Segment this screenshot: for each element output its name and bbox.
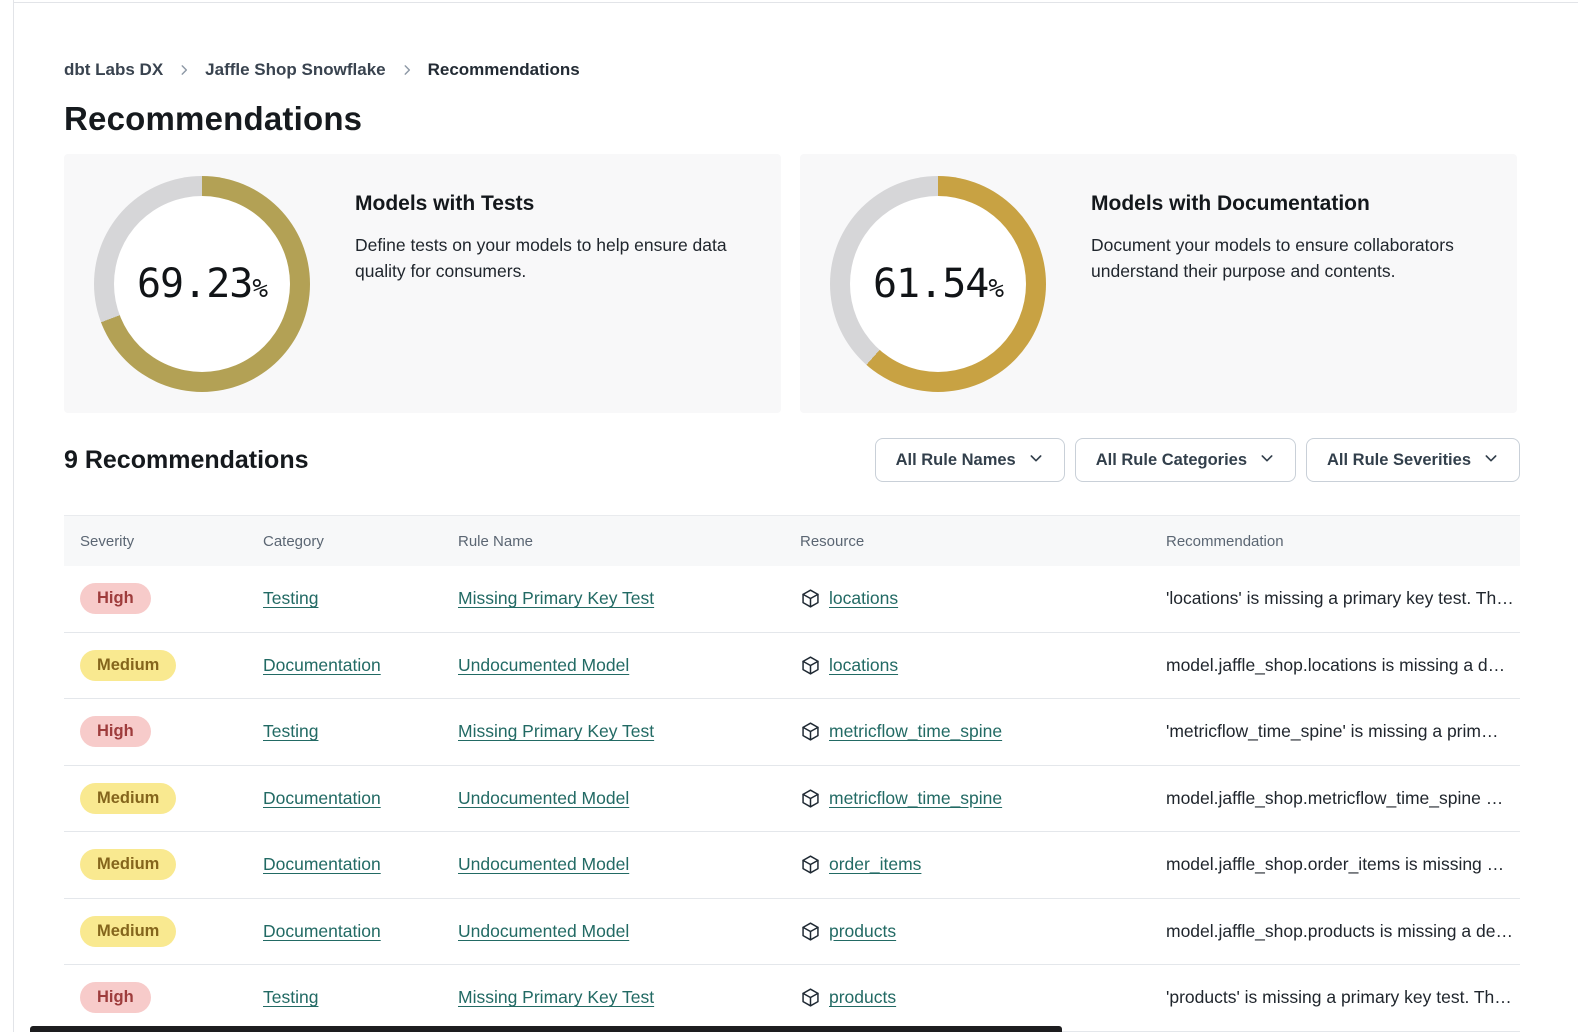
resource-link[interactable]: products	[829, 921, 896, 942]
metric-cards: 69.23% Models with Tests Define tests on…	[64, 154, 1520, 413]
resource-link[interactable]: locations	[829, 655, 898, 676]
rule-name-link[interactable]: Missing Primary Key Test	[458, 987, 654, 1007]
recommendations-table: Severity Category Rule Name Resource Rec…	[64, 515, 1520, 1032]
documentation-donut-chart: 61.54%	[830, 176, 1046, 392]
table-row: High Testing Missing Primary Key Test me…	[64, 699, 1520, 766]
category-link[interactable]: Documentation	[263, 788, 381, 808]
column-header-severity: Severity	[80, 533, 263, 550]
table-row: High Testing Missing Primary Key Test lo…	[64, 566, 1520, 633]
recommendations-count: 9 Recommendations	[64, 446, 309, 475]
chevron-right-icon	[400, 63, 414, 77]
table-body: High Testing Missing Primary Key Test lo…	[64, 566, 1520, 1032]
model-cube-icon	[800, 854, 821, 875]
rule-categories-filter-dropdown[interactable]: All Rule Categories	[1075, 438, 1296, 482]
model-cube-icon	[800, 921, 821, 942]
rule-name-link[interactable]: Undocumented Model	[458, 788, 629, 808]
severity-badge: High	[80, 982, 151, 1013]
models-with-documentation-card: 61.54% Models with Documentation Documen…	[800, 154, 1517, 413]
rule-names-filter-dropdown[interactable]: All Rule Names	[875, 438, 1065, 482]
table-row: Medium Documentation Undocumented Model …	[64, 899, 1520, 966]
recommendation-text: 'locations' is missing a primary key tes…	[1166, 588, 1520, 609]
table-header: Severity Category Rule Name Resource Rec…	[64, 516, 1520, 566]
chevron-down-icon	[1259, 450, 1275, 471]
category-link[interactable]: Testing	[263, 721, 318, 741]
rule-name-link[interactable]: Undocumented Model	[458, 921, 629, 941]
models-with-tests-card: 69.23% Models with Tests Define tests on…	[64, 154, 781, 413]
resource-link[interactable]: products	[829, 987, 896, 1008]
recommendation-text: model.jaffle_shop.locations is missing a…	[1166, 655, 1520, 676]
clipped-bottom-element	[30, 1026, 1062, 1032]
left-panel-divider	[13, 0, 14, 1032]
model-cube-icon	[800, 655, 821, 676]
resource-link[interactable]: order_items	[829, 854, 921, 875]
severity-badge: Medium	[80, 916, 176, 947]
documentation-percent-value: 61.54%	[873, 261, 1003, 307]
model-cube-icon	[800, 788, 821, 809]
list-header-row: 9 Recommendations All Rule Names All Rul…	[64, 438, 1520, 482]
recommendations-page: dbt Labs DX Jaffle Shop Snowflake Recomm…	[0, 0, 1578, 1032]
table-row: Medium Documentation Undocumented Model …	[64, 633, 1520, 700]
breadcrumb-current: Recommendations	[428, 60, 580, 80]
main-content: dbt Labs DX Jaffle Shop Snowflake Recomm…	[64, 0, 1520, 1032]
resource-link[interactable]: locations	[829, 588, 898, 609]
chevron-right-icon	[177, 63, 191, 77]
breadcrumb: dbt Labs DX Jaffle Shop Snowflake Recomm…	[64, 60, 1520, 80]
card-title: Models with Tests	[355, 192, 751, 216]
filters: All Rule Names All Rule Categories All R…	[875, 438, 1520, 482]
rule-name-link[interactable]: Undocumented Model	[458, 854, 629, 874]
model-cube-icon	[800, 987, 821, 1008]
breadcrumb-link-jaffle-shop-snowflake[interactable]: Jaffle Shop Snowflake	[205, 60, 385, 80]
card-description: Document your models to ensure collabora…	[1091, 232, 1487, 285]
recommendation-text: 'metricflow_time_spine' is missing a pri…	[1166, 721, 1520, 742]
tests-percent-value: 69.23%	[137, 261, 267, 307]
column-header-resource: Resource	[800, 533, 1166, 550]
card-description: Define tests on your models to help ensu…	[355, 232, 751, 285]
table-row: Medium Documentation Undocumented Model …	[64, 832, 1520, 899]
recommendation-text: model.jaffle_shop.metricflow_time_spine …	[1166, 788, 1520, 809]
rule-severities-filter-dropdown[interactable]: All Rule Severities	[1306, 438, 1520, 482]
recommendation-text: 'products' is missing a primary key test…	[1166, 987, 1520, 1008]
category-link[interactable]: Testing	[263, 588, 318, 608]
table-row: Medium Documentation Undocumented Model …	[64, 766, 1520, 833]
page-title: Recommendations	[64, 100, 1520, 138]
column-header-rule-name: Rule Name	[458, 533, 800, 550]
rule-name-link[interactable]: Undocumented Model	[458, 655, 629, 675]
category-link[interactable]: Documentation	[263, 655, 381, 675]
column-header-category: Category	[263, 533, 458, 550]
card-title: Models with Documentation	[1091, 192, 1487, 216]
severity-badge: High	[80, 716, 151, 747]
category-link[interactable]: Testing	[263, 987, 318, 1007]
breadcrumb-link-dbt-labs-dx[interactable]: dbt Labs DX	[64, 60, 163, 80]
model-cube-icon	[800, 721, 821, 742]
severity-badge: High	[80, 583, 151, 614]
rule-name-link[interactable]: Missing Primary Key Test	[458, 588, 654, 608]
resource-link[interactable]: metricflow_time_spine	[829, 721, 1002, 742]
recommendation-text: model.jaffle_shop.products is missing a …	[1166, 921, 1520, 942]
severity-badge: Medium	[80, 849, 176, 880]
table-row: High Testing Missing Primary Key Test pr…	[64, 965, 1520, 1032]
recommendation-text: model.jaffle_shop.order_items is missing…	[1166, 854, 1520, 875]
severity-badge: Medium	[80, 650, 176, 681]
chevron-down-icon	[1028, 450, 1044, 471]
category-link[interactable]: Documentation	[263, 854, 381, 874]
tests-donut-chart: 69.23%	[94, 176, 310, 392]
model-cube-icon	[800, 588, 821, 609]
rule-name-link[interactable]: Missing Primary Key Test	[458, 721, 654, 741]
column-header-recommendation: Recommendation	[1166, 533, 1520, 550]
chevron-down-icon	[1483, 450, 1499, 471]
severity-badge: Medium	[80, 783, 176, 814]
resource-link[interactable]: metricflow_time_spine	[829, 788, 1002, 809]
category-link[interactable]: Documentation	[263, 921, 381, 941]
